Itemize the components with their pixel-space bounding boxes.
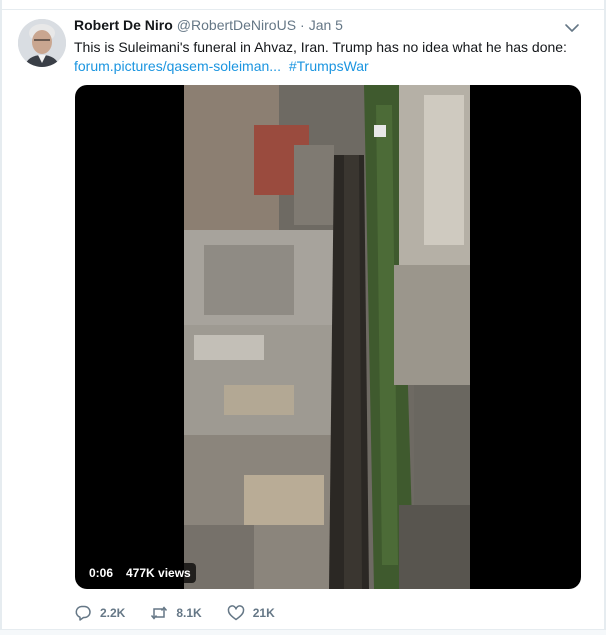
video-views-badge: 477K views [121, 563, 196, 583]
chevron-down-icon[interactable] [564, 21, 580, 33]
top-frame [0, 0, 606, 10]
tweet-header: Robert De Niro @RobertDeNiroUS · Jan 5 [74, 17, 343, 37]
retweet-button[interactable]: 8.1K [150, 604, 202, 622]
bottom-frame [0, 629, 606, 635]
separator-dot: · [300, 17, 305, 33]
tweet-text-line: This is Suleimani's funeral in Ahvaz, Ir… [74, 39, 567, 55]
tweet-actions: 2.2K 8.1K 21K [74, 603, 300, 623]
reply-count: 2.2K [100, 606, 126, 620]
timestamp[interactable]: Jan 5 [309, 17, 343, 33]
reply-button[interactable]: 2.2K [74, 604, 125, 622]
video-player[interactable]: 0:06 477K views [75, 85, 581, 589]
retweet-count: 8.1K [176, 606, 202, 620]
avatar[interactable] [18, 19, 66, 67]
hashtag-link[interactable]: #TrumpsWar [289, 58, 369, 74]
video-frame [184, 85, 470, 589]
video-duration-badge: 0:06 [84, 563, 119, 583]
like-count: 21K [252, 606, 275, 620]
reply-icon [75, 605, 91, 621]
tweet-link[interactable]: forum.pictures/qasem-soleiman... [74, 58, 281, 74]
like-button[interactable]: 21K [227, 604, 275, 622]
author-handle[interactable]: @RobertDeNiroUS [177, 17, 296, 33]
retweet-icon [151, 606, 168, 620]
tweet-card[interactable]: Robert De Niro @RobertDeNiroUS · Jan 5 T… [2, 11, 604, 628]
tweet-text: This is Suleimani's funeral in Ahvaz, Ir… [74, 38, 584, 76]
heart-icon [227, 605, 244, 621]
author-name[interactable]: Robert De Niro [74, 17, 173, 33]
